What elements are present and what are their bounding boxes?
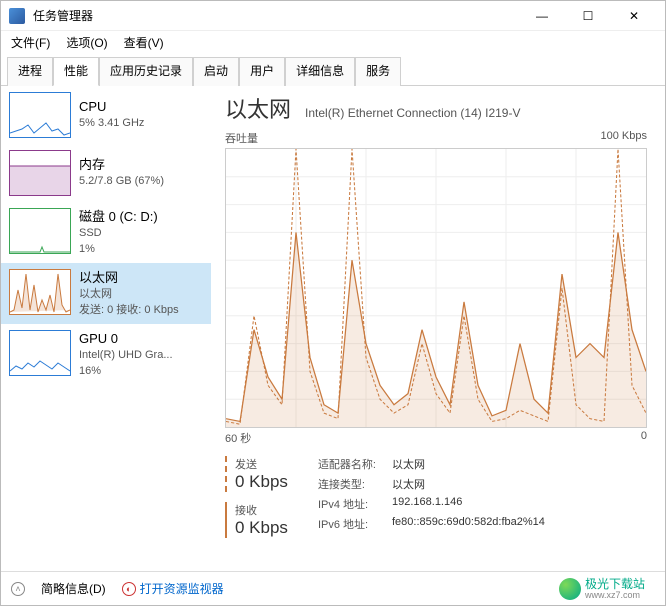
sidebar: CPU 5% 3.41 GHz 内存 5.2/7.8 GB (67%) 磁盘 0… bbox=[1, 86, 211, 564]
prop-key: 连接类型: bbox=[318, 476, 376, 492]
window-title: 任务管理器 bbox=[33, 7, 519, 24]
sidebar-item-cpu[interactable]: CPU 5% 3.41 GHz bbox=[1, 86, 211, 144]
chart-x-labels: 60 秒 0 bbox=[225, 430, 647, 446]
disk-info: 磁盘 0 (C: D:) SSD 1% bbox=[79, 208, 158, 257]
tabs: 进程 性能 应用历史记录 启动 用户 详细信息 服务 bbox=[1, 57, 665, 86]
prop-val: fe80::859c:69d0:582d:fba2%14 bbox=[392, 516, 545, 532]
tab-app-history[interactable]: 应用历史记录 bbox=[99, 57, 193, 86]
prop-val: 192.168.1.146 bbox=[392, 496, 545, 512]
sidebar-item-label: 内存 bbox=[79, 156, 164, 174]
sidebar-item-gpu[interactable]: GPU 0 Intel(R) UHD Gra... 16% bbox=[1, 324, 211, 385]
throughput-chart bbox=[225, 148, 647, 428]
app-icon bbox=[9, 8, 25, 24]
sidebar-item-disk[interactable]: 磁盘 0 (C: D:) SSD 1% bbox=[1, 202, 211, 263]
tab-details[interactable]: 详细信息 bbox=[285, 57, 355, 86]
menu-options[interactable]: 选项(O) bbox=[62, 32, 111, 53]
resmon-icon: ◐ bbox=[122, 582, 136, 596]
tab-performance[interactable]: 性能 bbox=[53, 57, 99, 86]
tab-processes[interactable]: 进程 bbox=[7, 57, 53, 86]
prop-key: IPv6 地址: bbox=[318, 516, 376, 532]
minimize-button[interactable]: — bbox=[519, 1, 565, 31]
send-stat: 发送 0 Kbps bbox=[225, 456, 288, 492]
tab-users[interactable]: 用户 bbox=[239, 57, 285, 86]
stats-right: 适配器名称: 以太网 连接类型: 以太网 IPv4 地址: 192.168.1.… bbox=[318, 456, 545, 538]
content-area: CPU 5% 3.41 GHz 内存 5.2/7.8 GB (67%) 磁盘 0… bbox=[1, 86, 665, 564]
adapter-name-header: Intel(R) Ethernet Connection (14) I219-V bbox=[305, 106, 520, 120]
resource-monitor-link[interactable]: ◐ 打开资源监视器 bbox=[122, 580, 224, 597]
memory-info: 内存 5.2/7.8 GB (67%) bbox=[79, 150, 164, 196]
watermark-url: www.xz7.com bbox=[585, 591, 645, 601]
tab-services[interactable]: 服务 bbox=[355, 57, 401, 86]
sidebar-item-memory[interactable]: 内存 5.2/7.8 GB (67%) bbox=[1, 144, 211, 202]
prop-val: 以太网 bbox=[392, 456, 545, 472]
gpu-thumbnail bbox=[9, 330, 71, 376]
prop-key: IPv4 地址: bbox=[318, 496, 376, 512]
sidebar-item-label: CPU bbox=[79, 98, 144, 116]
maximize-button[interactable]: ☐ bbox=[565, 1, 611, 31]
memory-thumbnail bbox=[9, 150, 71, 196]
recv-stat: 接收 0 Kbps bbox=[225, 502, 288, 538]
recv-label: 接收 bbox=[235, 502, 288, 518]
menu-bar: 文件(F) 选项(O) 查看(V) bbox=[1, 31, 665, 53]
window-controls: — ☐ ✕ bbox=[519, 1, 657, 31]
recv-value: 0 Kbps bbox=[235, 518, 288, 538]
title-bar: 任务管理器 — ☐ ✕ bbox=[1, 1, 665, 31]
sidebar-item-label: 以太网 bbox=[79, 269, 179, 287]
gpu-info: GPU 0 Intel(R) UHD Gra... 16% bbox=[79, 330, 173, 379]
x-right-label: 0 bbox=[641, 430, 647, 446]
ethernet-info: 以太网 以太网 发送: 0 接收: 0 Kbps bbox=[79, 269, 179, 318]
x-left-label: 60 秒 bbox=[225, 430, 251, 446]
footer: ˄ 简略信息(D) ◐ 打开资源监视器 极光下载站 www.xz7.com bbox=[1, 571, 665, 605]
prop-key: 适配器名称: bbox=[318, 456, 376, 472]
cpu-thumbnail bbox=[9, 92, 71, 138]
sidebar-item-label: 磁盘 0 (C: D:) bbox=[79, 208, 158, 226]
close-button[interactable]: ✕ bbox=[611, 1, 657, 31]
tab-startup[interactable]: 启动 bbox=[193, 57, 239, 86]
send-value: 0 Kbps bbox=[235, 472, 288, 492]
brief-info-link[interactable]: 简略信息(D) bbox=[41, 580, 106, 597]
chart-top-labels: 吞吐量 100 Kbps bbox=[225, 130, 647, 146]
y-max-label: 100 Kbps bbox=[601, 130, 647, 146]
stats-left: 发送 0 Kbps 接收 0 Kbps bbox=[225, 456, 288, 538]
send-label: 发送 bbox=[235, 456, 288, 472]
main-header: 以太网 Intel(R) Ethernet Connection (14) I2… bbox=[225, 92, 647, 124]
watermark: 极光下载站 www.xz7.com bbox=[559, 578, 645, 601]
sidebar-item-label: GPU 0 bbox=[79, 330, 173, 348]
stats-section: 发送 0 Kbps 接收 0 Kbps 适配器名称: 以太网 连接类型: 以太网… bbox=[225, 456, 647, 538]
disk-thumbnail bbox=[9, 208, 71, 254]
ethernet-thumbnail bbox=[9, 269, 71, 315]
chevron-up-icon[interactable]: ˄ bbox=[11, 582, 25, 596]
sidebar-item-ethernet[interactable]: 以太网 以太网 发送: 0 接收: 0 Kbps bbox=[1, 263, 211, 324]
menu-view[interactable]: 查看(V) bbox=[120, 32, 168, 53]
prop-val: 以太网 bbox=[392, 476, 545, 492]
menu-file[interactable]: 文件(F) bbox=[7, 32, 54, 53]
main-panel: 以太网 Intel(R) Ethernet Connection (14) I2… bbox=[211, 86, 665, 564]
watermark-icon bbox=[559, 578, 581, 600]
cpu-info: CPU 5% 3.41 GHz bbox=[79, 92, 144, 138]
page-title: 以太网 bbox=[225, 92, 291, 124]
throughput-label: 吞吐量 bbox=[225, 130, 258, 146]
